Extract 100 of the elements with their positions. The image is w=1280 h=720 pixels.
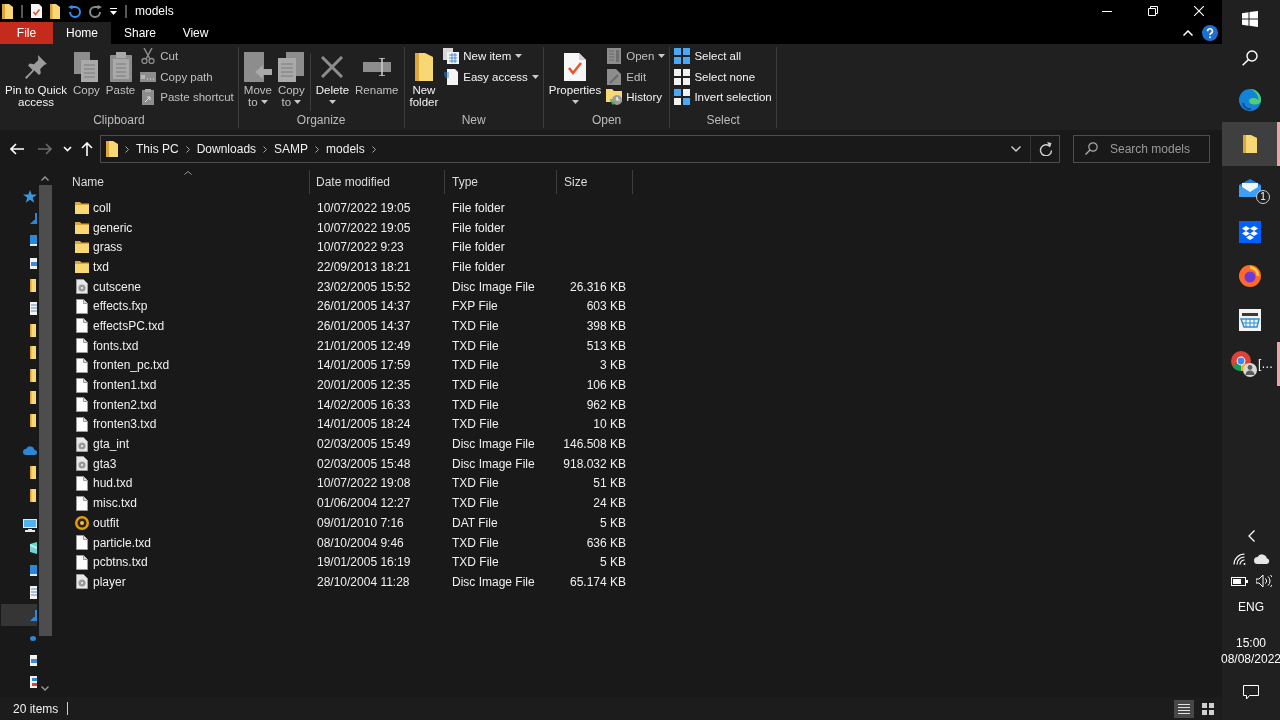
- breadcrumb[interactable]: Downloads: [196, 140, 257, 158]
- file-name[interactable]: misc.txd: [93, 496, 137, 511]
- breadcrumb[interactable]: This PC: [136, 140, 179, 158]
- ribbon-button[interactable]: Easy access: [441, 66, 541, 87]
- chevron-right-icon[interactable]: [263, 145, 268, 153]
- file-size: 918.032 KB: [563, 456, 626, 471]
- chevron-up-icon[interactable]: [41, 176, 49, 181]
- ribbon-button[interactable]: Properties: [545, 47, 605, 108]
- search-icon: [1241, 50, 1258, 66]
- file-type: TXD File: [452, 318, 499, 333]
- details-view-icon: [1178, 702, 1190, 715]
- window-title: models: [135, 4, 174, 18]
- undo-icon[interactable]: [68, 4, 81, 18]
- ribbon-button[interactable]: Delete: [312, 47, 353, 108]
- file-name[interactable]: generic: [93, 220, 133, 235]
- ribbon-button[interactable]: New folder: [406, 47, 442, 108]
- restore-icon[interactable]: [1148, 6, 1158, 16]
- date-modified: 26/01/2005 14:37: [317, 318, 411, 333]
- chevron-down-icon[interactable]: [1011, 146, 1021, 152]
- column-header[interactable]: Date modified: [310, 170, 445, 194]
- ribbon-tab[interactable]: File: [0, 22, 53, 44]
- file-name[interactable]: gta_int: [93, 437, 130, 452]
- chevron-right-icon[interactable]: [125, 145, 129, 153]
- taskbar-button[interactable]: [1222, 122, 1280, 166]
- chevron-down-icon[interactable]: [41, 686, 49, 691]
- scroll-thumb[interactable]: [38, 185, 52, 636]
- file-name[interactable]: outfit: [93, 515, 119, 530]
- column-header[interactable]: Name: [52, 170, 310, 194]
- clock[interactable]: 15:00 08/08/2022: [1222, 633, 1280, 669]
- redo-icon[interactable]: [89, 4, 102, 18]
- folder-icon: [30, 466, 36, 480]
- speech-bubble-icon[interactable]: [1243, 684, 1259, 700]
- file-name[interactable]: fronten3.txd: [93, 417, 157, 432]
- folder-icon[interactable]: [50, 3, 60, 19]
- file-name[interactable]: fonts.txd: [93, 338, 139, 353]
- file-name[interactable]: grass: [93, 240, 123, 255]
- ribbon-button[interactable]: Pin to Quick access: [2, 47, 70, 108]
- cloud-icon: [23, 446, 37, 455]
- cloud-icon[interactable]: [1253, 554, 1270, 564]
- file-size: 513 KB: [586, 338, 626, 353]
- ribbon-button[interactable]: History: [604, 87, 668, 108]
- ribbon-button[interactable]: New item: [441, 46, 541, 67]
- back-arrow-icon[interactable]: [10, 143, 24, 155]
- battery-icon[interactable]: [1230, 576, 1248, 586]
- file-name[interactable]: pcbtns.txd: [93, 555, 148, 570]
- chevron-left-icon[interactable]: [1247, 530, 1255, 542]
- file-name[interactable]: effects.fxp: [93, 299, 148, 314]
- date-modified: 19/01/2005 16:19: [317, 555, 411, 570]
- ribbon-button[interactable]: Select all: [672, 46, 774, 67]
- ribbon-tab[interactable]: Share: [111, 22, 170, 44]
- language-indicator[interactable]: ENG: [1222, 597, 1280, 617]
- speaker-icon[interactable]: [1255, 575, 1272, 587]
- file-name[interactable]: fronten1.txd: [93, 378, 157, 393]
- file-size: 5 KB: [600, 515, 626, 530]
- search-field[interactable]: Search models: [1073, 135, 1210, 163]
- file-type: TXD File: [452, 358, 499, 373]
- date-modified: 23/02/2005 15:52: [317, 279, 411, 294]
- checked-page-icon[interactable]: [31, 4, 42, 18]
- file-name[interactable]: player: [93, 574, 126, 589]
- file-size: 603 KB: [586, 299, 626, 314]
- file-name[interactable]: fronten2.txd: [93, 397, 157, 412]
- address-bar[interactable]: This PC Downloads SAMP models: [100, 135, 1060, 163]
- file-name[interactable]: hud.txd: [93, 476, 133, 491]
- breadcrumb[interactable]: models: [326, 140, 365, 158]
- file-name[interactable]: cutscene: [93, 279, 142, 294]
- refresh-icon[interactable]: [1038, 142, 1052, 156]
- file-name[interactable]: coll: [93, 200, 111, 215]
- new-item-icon: [443, 48, 460, 65]
- ribbon-tab[interactable]: View: [169, 22, 223, 44]
- file-name[interactable]: fronten_pc.txd: [93, 358, 170, 373]
- column-header[interactable]: Size: [557, 170, 633, 194]
- date-modified: 10/07/2022 19:05: [317, 220, 411, 235]
- up-arrow-icon[interactable]: [81, 142, 93, 156]
- ribbon-button[interactable]: Select none: [672, 66, 774, 87]
- ribbon-button[interactable]: Invert selection: [672, 87, 774, 108]
- file-name[interactable]: particle.txd: [93, 535, 152, 550]
- chevron-right-icon[interactable]: [371, 145, 376, 153]
- disc-file-icon: [76, 574, 88, 590]
- ribbon-tab[interactable]: Home: [53, 22, 111, 44]
- chevron-right-icon[interactable]: [315, 145, 320, 153]
- file-type: TXD File: [452, 555, 499, 570]
- file-type: Disc Image File: [452, 456, 535, 471]
- document-icon: [444, 68, 459, 85]
- file-name[interactable]: gta3: [93, 456, 117, 471]
- scissors-icon: [141, 48, 156, 65]
- wifi-icon[interactable]: [1232, 553, 1246, 565]
- close-icon[interactable]: [1194, 6, 1204, 16]
- minimize-icon[interactable]: [1102, 10, 1112, 12]
- view-button[interactable]: [1174, 699, 1194, 718]
- customize-caret-icon[interactable]: [110, 7, 117, 15]
- column-header[interactable]: Type: [445, 170, 557, 194]
- taskbar-button[interactable]: […: [1222, 342, 1280, 386]
- help-icon[interactable]: [1202, 25, 1218, 41]
- file-name[interactable]: effectsPC.txd: [93, 318, 165, 333]
- file-name[interactable]: txd: [93, 259, 109, 274]
- file-icon: [76, 535, 88, 551]
- chevron-right-icon[interactable]: [185, 145, 190, 153]
- breadcrumb[interactable]: SAMP: [274, 140, 309, 158]
- file-type: TXD File: [452, 378, 499, 393]
- taskbar-button[interactable]: 1: [1222, 166, 1280, 210]
